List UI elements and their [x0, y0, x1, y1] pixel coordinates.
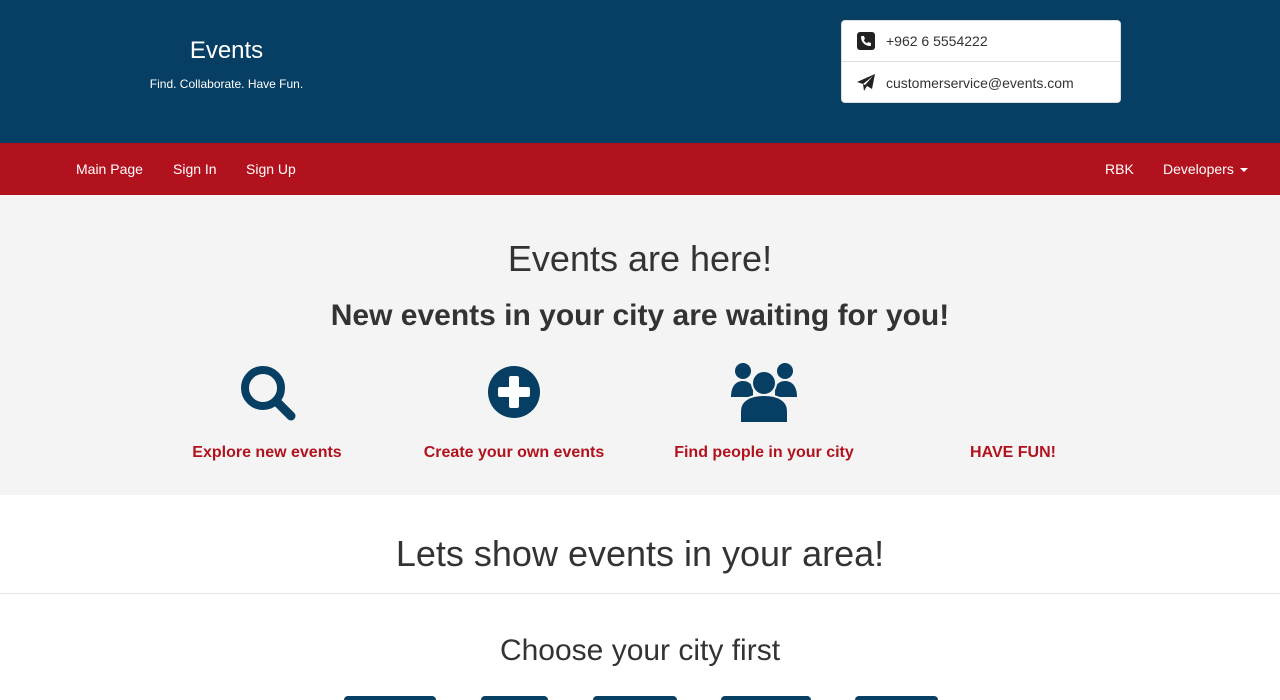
city-button[interactable]: [721, 696, 811, 700]
feature-people-label[interactable]: Find people in your city: [634, 444, 894, 462]
nav-sign-in[interactable]: Sign In: [173, 143, 217, 195]
main-navbar: Main Page Sign In Sign Up RBK Developers: [0, 143, 1280, 195]
plus-circle-icon: [384, 360, 644, 424]
hero-title: Events are here!: [507, 238, 773, 279]
brand-tagline: Find. Collaborate. Have Fun.: [149, 77, 304, 91]
hero-subtitle: New events in your city are waiting for …: [330, 299, 950, 332]
site-header: Events Find. Collaborate. Have Fun. +962…: [0, 0, 1280, 143]
phone-icon: [856, 31, 876, 51]
area-title: Lets show events in your area!: [395, 533, 885, 574]
paper-plane-icon: [856, 73, 876, 93]
users-icon: [634, 360, 894, 424]
feature-have-fun: HAVE FUN!: [883, 360, 1143, 462]
city-title: Choose your city first: [499, 634, 781, 667]
contact-email: customerservice@events.com: [842, 62, 1120, 103]
contact-box: +962 6 5554222 customerservice@events.co…: [841, 20, 1121, 103]
feature-have-fun-icon-space: [883, 360, 1143, 424]
search-icon: [137, 360, 397, 424]
city-button[interactable]: [855, 696, 938, 700]
brand: Events Find. Collaborate. Have Fun.: [149, 36, 304, 92]
hero-section: Events are here! New events in your city…: [0, 195, 1280, 495]
contact-email-link[interactable]: customerservice@events.com: [886, 75, 1074, 91]
feature-explore: Explore new events: [137, 360, 397, 462]
feature-people: Find people in your city: [634, 360, 894, 462]
contact-phone: +962 6 5554222: [842, 21, 1120, 62]
brand-title[interactable]: Events: [149, 36, 304, 66]
feature-create-label[interactable]: Create your own events: [384, 444, 644, 462]
nav-main-page[interactable]: Main Page: [76, 143, 143, 195]
nav-sign-up[interactable]: Sign Up: [246, 143, 296, 195]
feature-create: Create your own events: [384, 360, 644, 462]
nav-developers-label: Developers: [1163, 161, 1234, 177]
city-button[interactable]: [593, 696, 677, 700]
section-divider: [0, 593, 1280, 594]
feature-have-fun-label[interactable]: HAVE FUN!: [883, 444, 1143, 462]
contact-phone-text: +962 6 5554222: [886, 33, 988, 49]
feature-explore-label[interactable]: Explore new events: [137, 444, 397, 462]
nav-rbk[interactable]: RBK: [1105, 143, 1134, 195]
caret-down-icon: [1239, 168, 1248, 173]
city-button[interactable]: [481, 696, 548, 700]
nav-developers-dropdown[interactable]: Developers: [1163, 143, 1248, 195]
city-button[interactable]: [344, 696, 436, 700]
